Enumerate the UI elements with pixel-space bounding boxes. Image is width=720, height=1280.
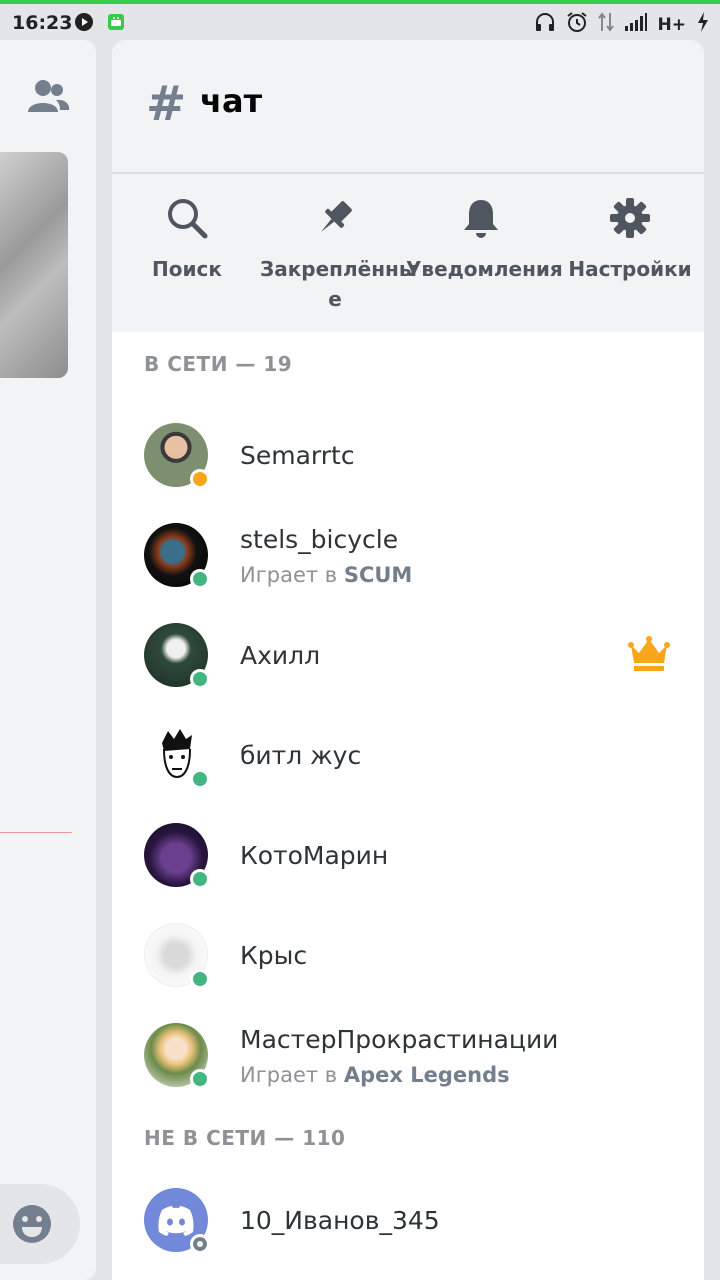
activity-prefix: Играет в	[240, 1063, 338, 1087]
alarm-icon	[566, 11, 588, 38]
channel-members-panel: # чат Поиск Закреплённы е Уведомления На…	[112, 40, 704, 1280]
members-icon[interactable]	[26, 78, 70, 120]
member-row[interactable]: КотоМарин	[112, 823, 704, 913]
member-row[interactable]: 10_Иванов_345	[112, 1188, 704, 1278]
emoji-button[interactable]	[0, 1184, 80, 1264]
android-icon	[106, 12, 126, 37]
status-offline-icon	[190, 1234, 210, 1254]
status-online-icon	[190, 569, 210, 589]
gear-icon	[555, 196, 704, 240]
member-name: stels_bicycle	[240, 525, 399, 554]
pinned-label-line2: е	[328, 287, 342, 311]
member-row[interactable]: МастерПрокрастинации Играет в Apex Legen…	[112, 1023, 704, 1113]
online-section-header: В СЕТИ — 19	[144, 352, 293, 376]
member-row[interactable]: Semarrtc	[112, 423, 704, 513]
chat-panel-background	[0, 40, 96, 1280]
notifications-button[interactable]: Уведомления	[406, 196, 563, 284]
headphones-icon	[534, 11, 556, 38]
channel-name: чат	[200, 82, 263, 120]
status-idle-icon	[190, 469, 210, 489]
member-name: МастерПрокрастинации	[240, 1025, 559, 1054]
member-activity: Играет в SCUM	[240, 563, 412, 587]
status-online-icon	[190, 869, 210, 889]
activity-prefix: Играет в	[240, 563, 338, 587]
channel-header: # чат	[112, 40, 704, 174]
status-time: 16:23	[12, 12, 73, 34]
settings-label: Настройки	[568, 257, 692, 281]
status-bar: 16:23 H+	[0, 0, 720, 40]
emoji-icon	[12, 1204, 52, 1248]
member-name: КотоМарин	[240, 841, 389, 870]
offline-section-header: НЕ В СЕТИ — 110	[144, 1126, 346, 1150]
search-label: Поиск	[152, 257, 222, 281]
member-row[interactable]: Крыс	[112, 923, 704, 1013]
member-name: Ахилл	[240, 641, 321, 670]
pinned-label: Закреплённы е	[260, 254, 417, 314]
data-arrows-icon	[597, 11, 614, 38]
activity-game: Apex Legends	[343, 1063, 510, 1087]
pinned-button[interactable]: Закреплённы е	[260, 196, 417, 314]
charging-icon	[696, 11, 710, 38]
member-row[interactable]: Ахилл	[112, 623, 704, 713]
status-online-icon	[190, 769, 210, 789]
pinned-label-line1: Закреплённы	[260, 257, 417, 281]
network-type: H+	[657, 14, 686, 35]
crown-icon	[628, 635, 670, 677]
activity-game: SCUM	[343, 563, 413, 587]
status-online-icon	[190, 669, 210, 689]
signal-icon	[624, 12, 648, 37]
member-name: Крыс	[240, 941, 308, 970]
pin-icon	[260, 196, 410, 240]
member-activity: Играет в Apex Legends	[240, 1063, 510, 1087]
member-row[interactable]: stels_bicycle Играет в SCUM	[112, 523, 704, 613]
new-messages-divider	[0, 832, 72, 833]
status-online-icon	[190, 969, 210, 989]
notifications-label: Уведомления	[406, 257, 563, 281]
status-right-group: H+	[534, 11, 710, 38]
member-name: битл жус	[240, 741, 362, 770]
search-button[interactable]: Поиск	[112, 196, 262, 284]
member-name: Semarrtc	[240, 441, 355, 470]
status-online-icon	[190, 1069, 210, 1089]
bell-icon	[406, 196, 556, 240]
channel-toolbar: Поиск Закреплённы е Уведомления Настройки	[112, 174, 704, 332]
media-play-icon	[74, 12, 94, 37]
member-row[interactable]: битл жус	[112, 723, 704, 813]
search-icon	[112, 196, 262, 240]
settings-button[interactable]: Настройки	[555, 196, 704, 284]
chat-image-preview[interactable]	[0, 152, 68, 378]
member-name: 10_Иванов_345	[240, 1206, 440, 1235]
channel-hash-icon: #	[146, 76, 187, 132]
